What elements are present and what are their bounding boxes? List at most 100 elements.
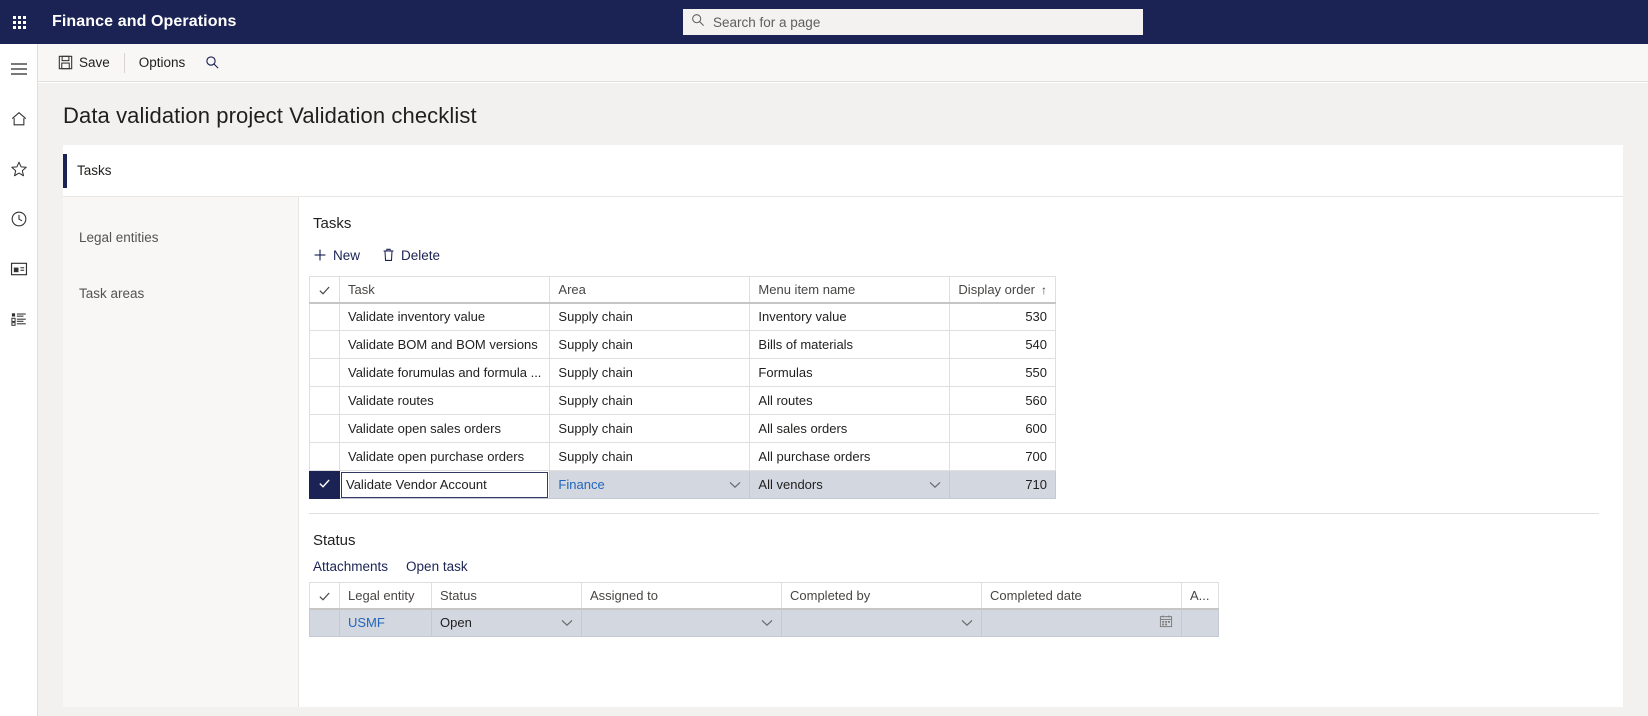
col-header-legal-entity[interactable]: Legal entity xyxy=(339,582,432,610)
cell-status[interactable]: Open xyxy=(431,608,582,637)
col-header-completed-date[interactable]: Completed date xyxy=(981,582,1182,610)
col-header-completed-by[interactable]: Completed by xyxy=(781,582,982,610)
cell-assigned-to[interactable] xyxy=(581,608,782,637)
legal-entity-link[interactable]: USMF xyxy=(348,615,385,630)
chevron-down-icon[interactable] xyxy=(929,477,941,492)
cell-task[interactable]: Validate forumulas and formula ... xyxy=(338,358,551,387)
sidebar-item-label: Task areas xyxy=(79,285,145,301)
status-grid: Legal entity Status Assigned to Complete… xyxy=(309,582,1219,637)
cell-display-order[interactable]: 530 xyxy=(949,302,1057,331)
row-checkbox-selected[interactable] xyxy=(309,470,340,499)
calendar-icon[interactable] xyxy=(1159,614,1173,631)
cell-menu-item-lookup[interactable]: All vendors xyxy=(749,470,951,499)
cell-area[interactable]: Supply chain xyxy=(549,330,751,359)
app-launcher-button[interactable] xyxy=(0,0,38,44)
cell-area[interactable]: Supply chain xyxy=(549,302,751,331)
cell-area[interactable]: Supply chain xyxy=(549,358,751,387)
top-navigation-bar: Finance and Operations Search for a page xyxy=(0,0,1648,44)
cell-task-editing[interactable] xyxy=(338,470,551,499)
table-row[interactable]: Validate inventory value Supply chain In… xyxy=(309,302,1057,331)
table-row[interactable]: Validate BOM and BOM versions Supply cha… xyxy=(309,330,1057,359)
sidebar-item-legal-entities[interactable]: Legal entities xyxy=(63,209,298,265)
cell-menu-item-name[interactable]: All routes xyxy=(749,386,951,415)
cell-display-order[interactable]: 540 xyxy=(949,330,1057,359)
rail-modules[interactable] xyxy=(0,302,38,340)
cell-task[interactable]: Validate BOM and BOM versions xyxy=(338,330,551,359)
status-select-all-header[interactable] xyxy=(309,582,340,610)
tasks-grid: Task Area Menu item name Display order ↑ … xyxy=(309,276,1057,499)
cell-display-order-selected[interactable]: 710 xyxy=(949,470,1057,499)
chevron-down-icon[interactable] xyxy=(561,615,573,630)
global-search-box[interactable]: Search for a page xyxy=(683,9,1143,35)
rail-favorites[interactable] xyxy=(0,152,38,190)
cell-menu-item-name[interactable]: Inventory value xyxy=(749,302,951,331)
cell-task[interactable]: Validate inventory value xyxy=(338,302,551,331)
row-checkbox[interactable] xyxy=(309,302,340,331)
save-button[interactable]: Save xyxy=(48,48,120,78)
select-all-header[interactable] xyxy=(309,276,340,304)
col-header-a[interactable]: A... xyxy=(1181,582,1219,610)
row-checkbox[interactable] xyxy=(309,442,340,471)
col-header-display-order[interactable]: Display order ↑ xyxy=(949,276,1057,304)
nav-menu-toggle[interactable] xyxy=(0,52,38,90)
table-row[interactable]: Validate forumulas and formula ... Suppl… xyxy=(309,358,1057,387)
col-header-menu-item-name[interactable]: Menu item name xyxy=(749,276,951,304)
chevron-down-icon[interactable] xyxy=(761,615,773,630)
cell-area[interactable]: Supply chain xyxy=(549,414,751,443)
checkmark-icon xyxy=(318,282,331,297)
cell-a[interactable] xyxy=(1181,608,1219,637)
tab-tasks[interactable]: Tasks xyxy=(63,145,152,197)
cell-menu-item-name[interactable]: Formulas xyxy=(749,358,951,387)
cell-completed-by[interactable] xyxy=(781,608,982,637)
cell-task[interactable]: Validate open purchase orders xyxy=(338,442,551,471)
table-row[interactable]: Validate routes Supply chain All routes … xyxy=(309,386,1057,415)
command-search-button[interactable] xyxy=(195,48,230,78)
table-row[interactable]: Validate open sales orders Supply chain … xyxy=(309,414,1057,443)
col-header-assigned-to[interactable]: Assigned to xyxy=(581,582,782,610)
status-row-checkbox[interactable] xyxy=(309,608,340,637)
cell-legal-entity[interactable]: USMF xyxy=(339,608,432,637)
checkmark-icon xyxy=(318,588,331,603)
row-checkbox[interactable] xyxy=(309,386,340,415)
cell-menu-item-name[interactable]: Bills of materials xyxy=(749,330,951,359)
row-checkbox[interactable] xyxy=(309,414,340,443)
save-disk-icon xyxy=(58,55,73,70)
chevron-down-icon[interactable] xyxy=(729,477,741,492)
cell-display-order[interactable]: 550 xyxy=(949,358,1057,387)
cell-menu-item-name[interactable]: All sales orders xyxy=(749,414,951,443)
table-row-selected[interactable]: Finance All vendors xyxy=(309,470,1057,499)
options-button[interactable]: Options xyxy=(129,48,196,78)
open-task-button[interactable]: Open task xyxy=(406,559,468,574)
row-checkbox[interactable] xyxy=(309,330,340,359)
star-icon xyxy=(10,160,28,183)
cell-task[interactable]: Validate routes xyxy=(338,386,551,415)
rail-workspaces[interactable] xyxy=(0,252,38,290)
cell-menu-item-name[interactable]: All purchase orders xyxy=(749,442,951,471)
cell-display-order[interactable]: 560 xyxy=(949,386,1057,415)
delete-button[interactable]: Delete xyxy=(382,242,448,268)
cell-completed-date[interactable] xyxy=(981,608,1182,637)
attachments-button[interactable]: Attachments xyxy=(313,559,388,574)
table-row[interactable]: Validate open purchase orders Supply cha… xyxy=(309,442,1057,471)
chevron-down-icon[interactable] xyxy=(961,615,973,630)
col-header-area[interactable]: Area xyxy=(549,276,751,304)
rail-recent[interactable] xyxy=(0,202,38,240)
col-header-status[interactable]: Status xyxy=(431,582,582,610)
cell-area-lookup[interactable]: Finance xyxy=(549,470,751,499)
col-header-task[interactable]: Task xyxy=(338,276,551,304)
cell-area[interactable]: Supply chain xyxy=(549,442,751,471)
cell-task[interactable]: Validate open sales orders xyxy=(338,414,551,443)
cell-display-order[interactable]: 700 xyxy=(949,442,1057,471)
cell-area[interactable]: Supply chain xyxy=(549,386,751,415)
cell-display-order[interactable]: 600 xyxy=(949,414,1057,443)
table-row[interactable]: USMF Open xyxy=(309,608,1219,637)
rail-home[interactable] xyxy=(0,102,38,140)
tasks-grid-header: Task Area Menu item name Display order ↑ xyxy=(309,276,1057,304)
sidebar-item-task-areas[interactable]: Task areas xyxy=(63,265,298,321)
row-checkbox[interactable] xyxy=(309,358,340,387)
menu-item-lookup-value: All vendors xyxy=(758,477,823,492)
new-button[interactable]: New xyxy=(313,242,368,268)
options-button-label: Options xyxy=(138,55,186,70)
delete-button-label: Delete xyxy=(401,247,441,263)
task-name-input[interactable] xyxy=(341,471,549,498)
